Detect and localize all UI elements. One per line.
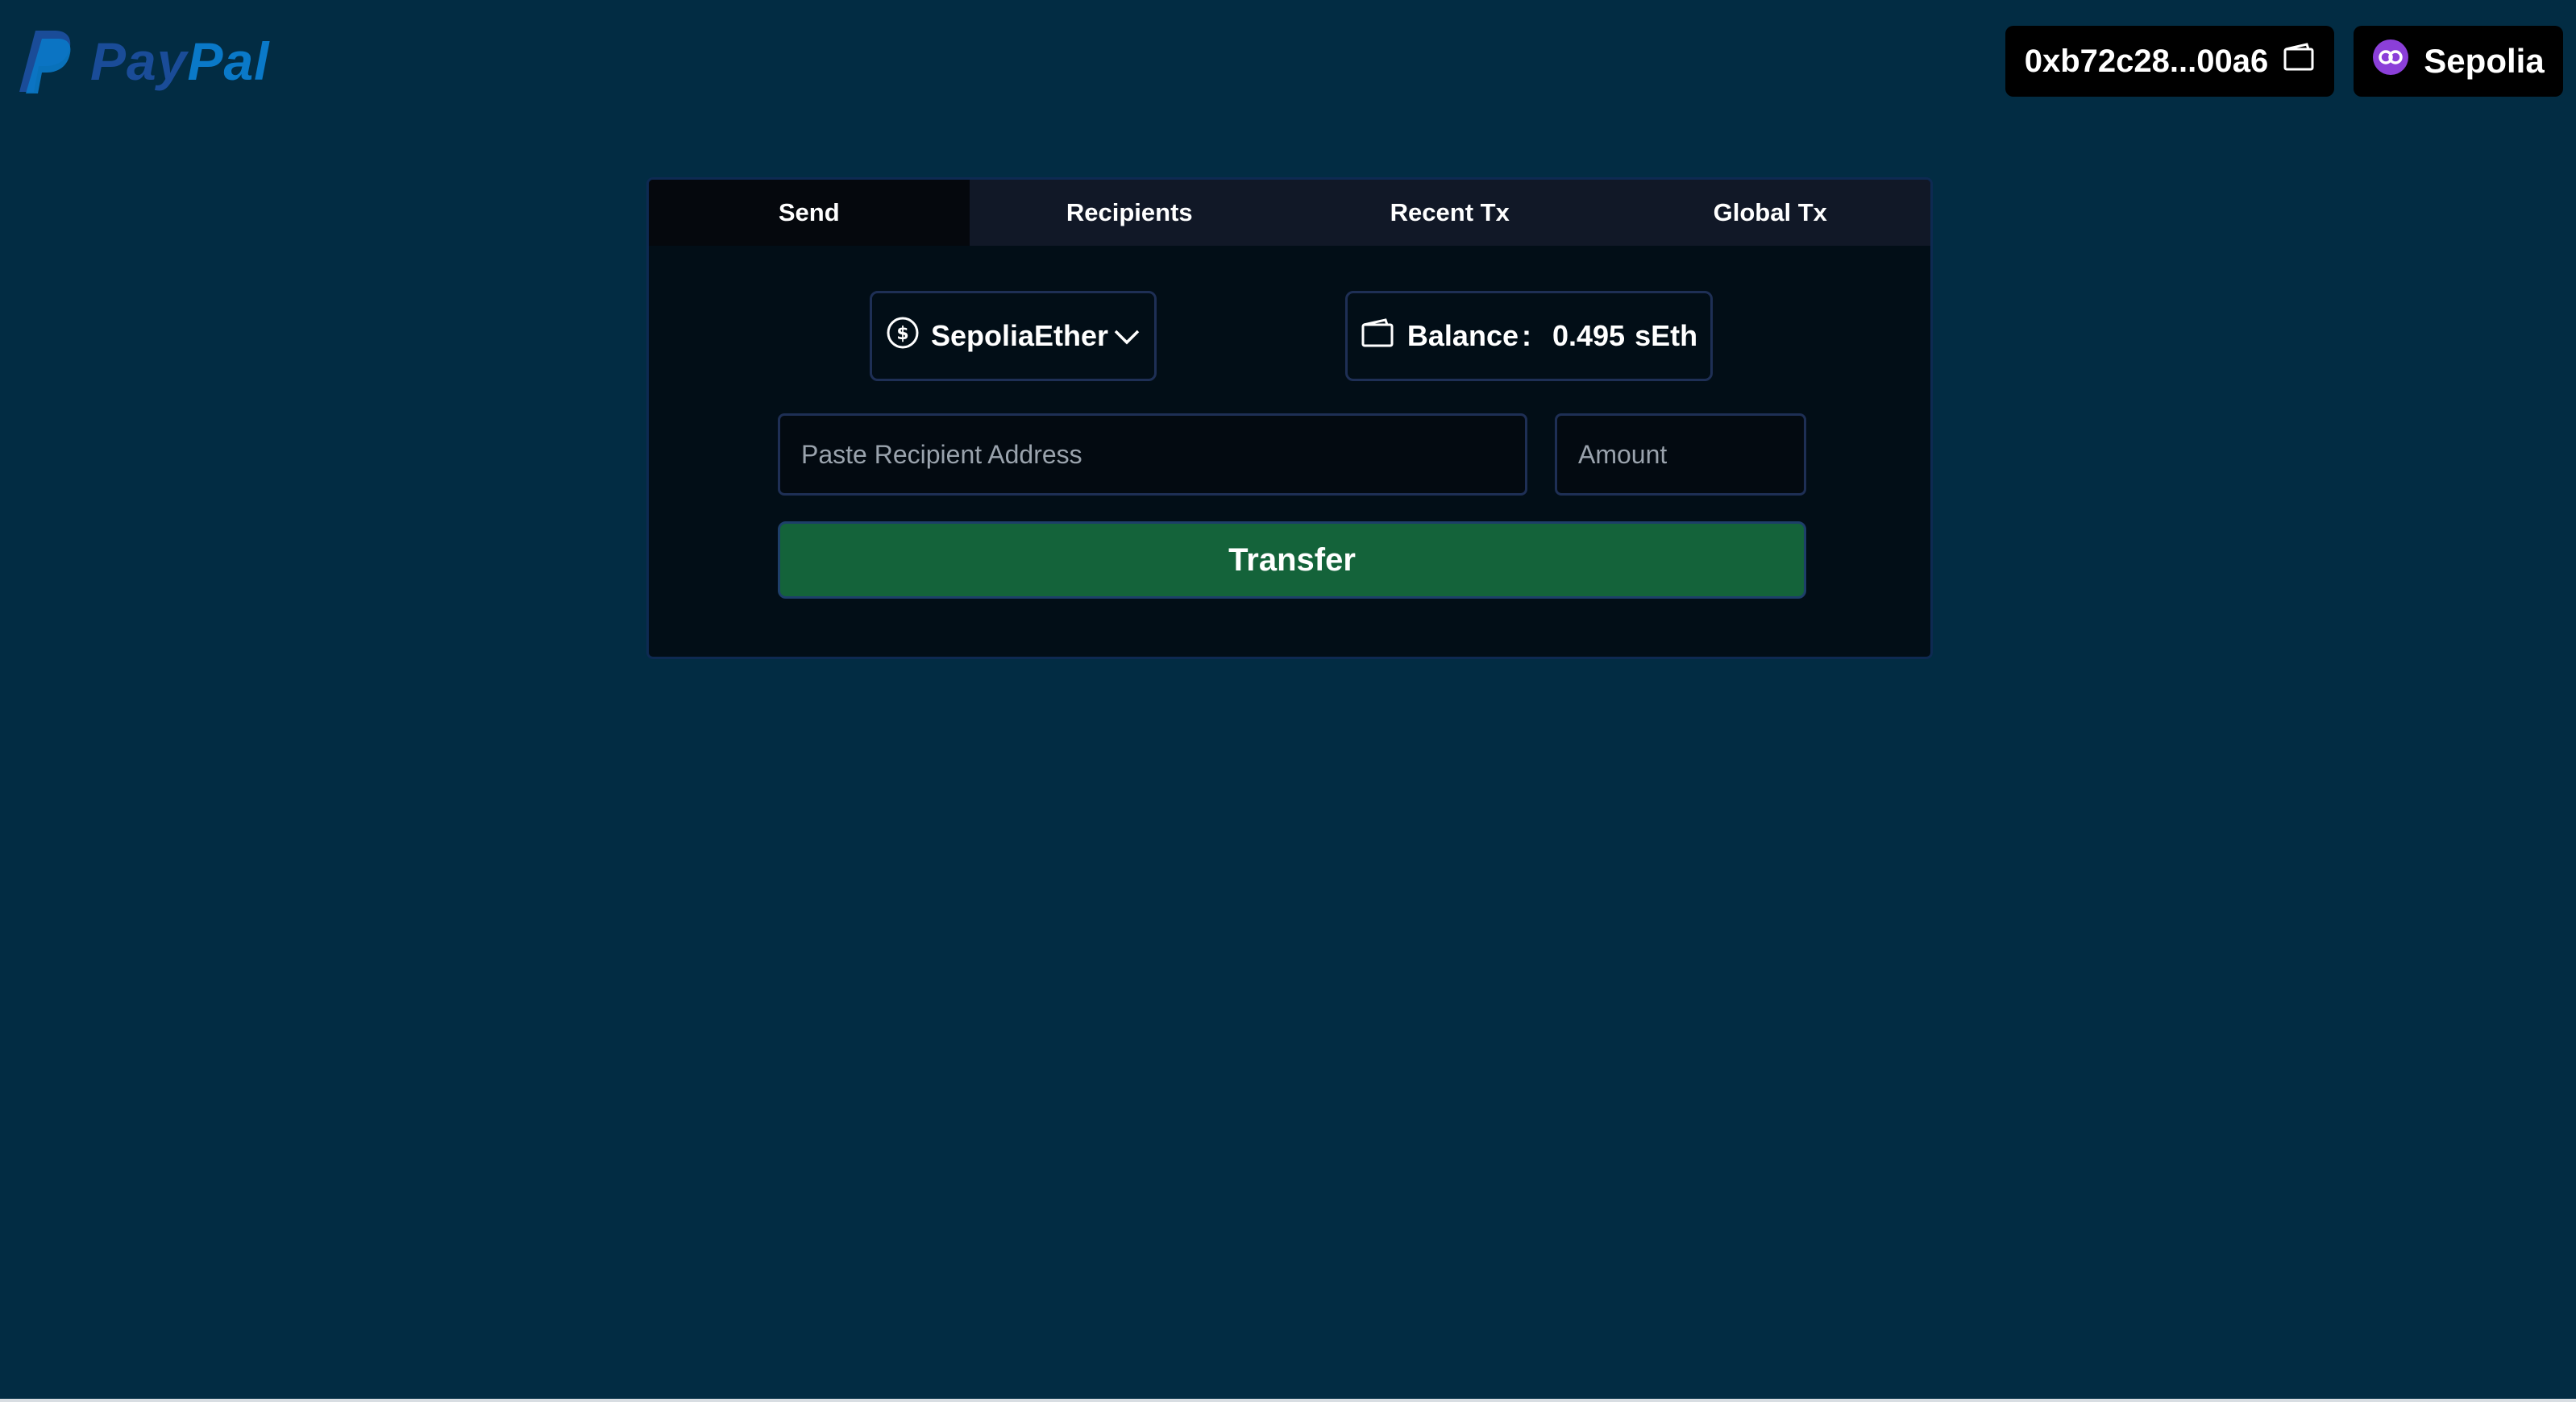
tab-recent-tx[interactable]: Recent Tx: [1290, 180, 1610, 246]
paypal-logo[interactable]: PayPal: [18, 27, 270, 95]
balance-label: Balance:: [1407, 319, 1539, 353]
balance-value: 0.495: [1552, 319, 1626, 352]
balance-display: Balance: 0.495 sEth: [1345, 291, 1713, 381]
tab-send[interactable]: Send: [649, 180, 970, 246]
balance-unit: sEth: [1635, 319, 1698, 352]
wallet-address: 0xb72c28...00a6: [2024, 43, 2269, 79]
tab-global-tx[interactable]: Global Tx: [1610, 180, 1931, 246]
recipient-address-input[interactable]: [778, 413, 1527, 496]
paypal-wordmark: PayPal: [90, 31, 270, 92]
balance-separator: :: [1521, 319, 1531, 352]
balance-label-text: Balance: [1406, 319, 1519, 352]
network-selector-button[interactable]: Sepolia: [2354, 26, 2563, 97]
wallet-icon: [2283, 43, 2315, 80]
transfer-card: Send Recipients Recent Tx Global Tx $ Se…: [646, 177, 1933, 659]
tab-bar: Send Recipients Recent Tx Global Tx: [649, 180, 1930, 246]
window-bottom-edge: [0, 1399, 2576, 1402]
transfer-button[interactable]: Transfer: [778, 521, 1806, 599]
dollar-coin-icon: $: [886, 316, 920, 357]
tab-recipients[interactable]: Recipients: [970, 180, 1290, 246]
wallet-icon: [1361, 317, 1394, 355]
chain-link-icon: [2372, 39, 2409, 84]
token-select-value: SepoliaEther: [930, 319, 1109, 352]
wordmark-pal: Pal: [187, 31, 270, 91]
network-label: Sepolia: [2424, 42, 2545, 80]
token-select[interactable]: $ SepoliaEther: [870, 291, 1157, 381]
chevron-down-icon: [1113, 319, 1141, 353]
page: PayPal 0xb72c28...00a6 Sepolia Send Reci…: [0, 0, 2576, 1402]
svg-text:$: $: [896, 324, 908, 344]
paypal-p-icon: [18, 27, 73, 95]
wallet-address-button[interactable]: 0xb72c28...00a6: [2005, 26, 2334, 97]
amount-input[interactable]: [1555, 413, 1806, 496]
wordmark-pay: Pay: [90, 31, 188, 91]
